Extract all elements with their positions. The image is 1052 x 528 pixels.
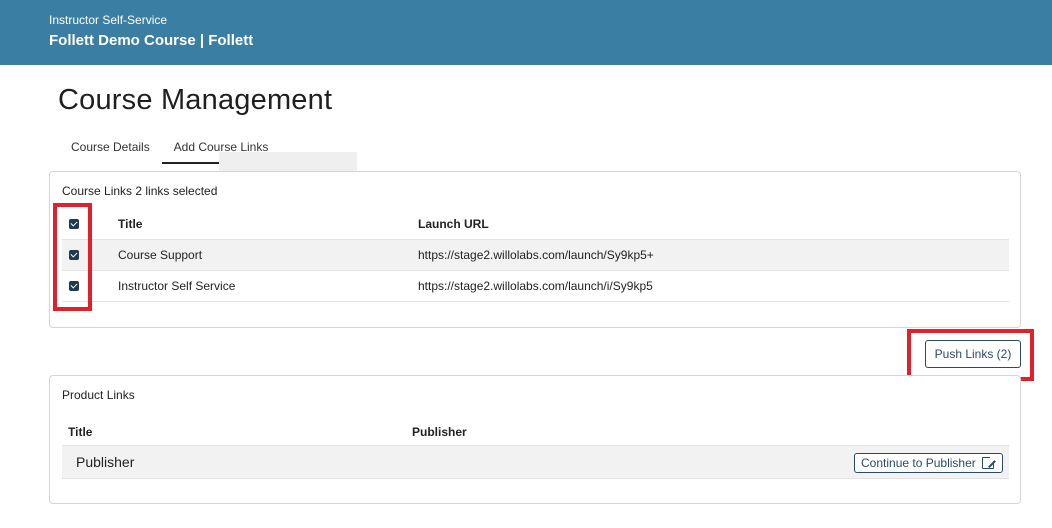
product-links-header-row: Title Publisher xyxy=(62,421,1009,446)
product-links-panel: Product Links Title Publisher Publisher … xyxy=(49,375,1021,504)
tab-course-details[interactable]: Course Details xyxy=(71,134,150,164)
course-links-heading: Course Links 2 links selected xyxy=(62,184,218,198)
course-links-panel: Course Links 2 links selected Title Laun… xyxy=(49,171,1021,328)
column-title: Title xyxy=(68,425,93,439)
link-url: https://stage2.willolabs.com/launch/i/Sy… xyxy=(418,279,653,293)
app-header: Instructor Self-Service Follett Demo Cou… xyxy=(0,0,1052,65)
page-title: Course Management xyxy=(58,84,333,116)
table-row: Publisher Continue to Publisher xyxy=(62,446,1009,479)
continue-label: Continue to Publisher xyxy=(861,456,976,470)
select-all-checkbox[interactable] xyxy=(69,219,79,229)
product-title: Publisher xyxy=(76,454,135,470)
column-title: Title xyxy=(118,217,143,231)
table-row: Course Support https://stage2.willolabs.… xyxy=(62,240,1009,271)
table-row: Instructor Self Service https://stage2.w… xyxy=(62,271,1009,302)
column-publisher: Publisher xyxy=(412,425,467,439)
product-links-heading: Product Links xyxy=(62,388,135,402)
external-link-icon xyxy=(982,455,996,469)
header-subtitle: Instructor Self-Service xyxy=(49,13,168,27)
link-url: https://stage2.willolabs.com/launch/Sy9k… xyxy=(418,248,654,262)
course-links-header-row: Title Launch URL xyxy=(62,209,1009,240)
row-checkbox[interactable] xyxy=(69,250,79,260)
link-title: Course Support xyxy=(118,248,203,262)
header-title: Follett Demo Course | Follett xyxy=(49,32,254,49)
link-title: Instructor Self Service xyxy=(118,279,236,293)
column-launch-url: Launch URL xyxy=(418,217,489,231)
continue-to-publisher-button[interactable]: Continue to Publisher xyxy=(854,453,1003,473)
row-checkbox[interactable] xyxy=(69,281,79,291)
push-links-button[interactable]: Push Links (2) xyxy=(925,340,1021,368)
